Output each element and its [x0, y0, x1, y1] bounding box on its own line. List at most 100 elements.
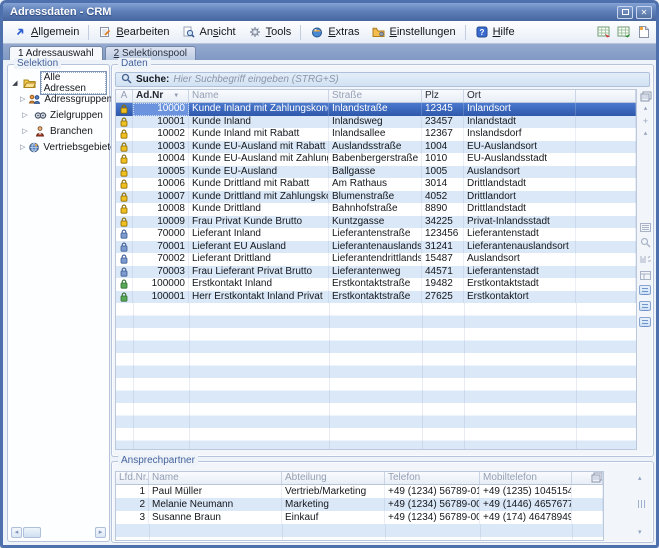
address-row[interactable]: 70001Lieferant EU AuslandLieferantenausl… — [116, 241, 636, 254]
address-row[interactable]: 10008Kunde DrittlandBahnhofstraße8890Dri… — [116, 203, 636, 216]
address-city-cell: Inlandstadt — [464, 116, 576, 129]
tree-item-zielgruppen[interactable]: ▷ Zielgruppen — [10, 107, 107, 123]
address-name-cell: Herr Erstkontakt Inland Privat — [189, 291, 329, 304]
scroll-top-icon[interactable]: ▴ — [639, 104, 652, 112]
tree-item-branchen[interactable]: ▷ Branchen — [10, 123, 107, 139]
address-city-cell: Lieferantenstadt — [464, 266, 576, 279]
col-header-name[interactable]: Name — [189, 90, 329, 102]
col-header-strasse[interactable]: Straße — [329, 90, 422, 102]
add-row-icon[interactable]: + — [639, 116, 652, 126]
address-city-cell: Erstkontaktort — [464, 291, 576, 304]
menu-tools[interactable]: Tools — [242, 24, 298, 40]
expander-closed-icon[interactable]: ▷ — [20, 111, 30, 119]
address-number-cell: 100000 — [133, 278, 189, 291]
address-row[interactable]: 70003Frau Lieferant Privat BruttoLiefera… — [116, 266, 636, 279]
address-row[interactable]: 10005Kunde EU-AuslandBallgasse1005Auslan… — [116, 166, 636, 179]
tree-item-vertriebsgebiete[interactable]: ▷ Vertriebsgebiete — [10, 139, 107, 155]
table-import-icon[interactable] — [616, 25, 632, 40]
col-header-plz[interactable]: Plz — [422, 90, 464, 102]
view-list-1-icon[interactable] — [639, 285, 651, 295]
scroll-up-icon[interactable]: ▴ — [639, 129, 652, 137]
address-row[interactable]: 70002Lieferant DrittlandLieferantendritt… — [116, 253, 636, 266]
scrollbar-thumb[interactable] — [23, 527, 41, 538]
col-header-adnr[interactable]: Ad.Nr▼ — [133, 90, 189, 102]
scroll-down-icon[interactable]: ▾ — [638, 528, 642, 536]
lock-icon — [116, 141, 133, 154]
address-street-cell: Erstkontaktstraße — [329, 278, 422, 291]
contact-row[interactable]: 1Paul MüllerVertrieb/Marketing+49 (1234)… — [116, 485, 603, 498]
sidebar-horizontal-scrollbar[interactable]: ◂ ▸ — [11, 527, 106, 538]
menu-hilfe[interactable]: ? Hilfe — [469, 24, 521, 40]
tools-icon — [248, 26, 262, 38]
new-document-icon[interactable] — [636, 25, 652, 40]
expander-open-icon[interactable]: ◢ — [10, 79, 20, 87]
table-export-icon[interactable] — [596, 25, 612, 40]
address-row[interactable]: 10003Kunde EU-Ausland mit RabattAuslands… — [116, 141, 636, 154]
menu-einstellungen[interactable]: Einstellungen — [366, 24, 462, 40]
expander-closed-icon[interactable]: ▷ — [20, 127, 30, 135]
address-row[interactable]: 10002Kunde Inland mit RabattInlandsallee… — [116, 128, 636, 141]
grid-column-line — [189, 303, 190, 450]
window-title: Adressdaten - CRM — [10, 6, 614, 18]
address-street-cell: Ballgasse — [329, 166, 422, 179]
contact-row[interactable]: 2Melanie NeumannMarketing+49 (1234) 5678… — [116, 498, 603, 511]
contact-number-cell: 2 — [116, 498, 149, 511]
view-list-2-icon[interactable] — [639, 301, 651, 311]
address-city-cell: Privat-Inlandsstadt — [464, 216, 576, 229]
address-filler-cell — [576, 103, 636, 116]
address-row[interactable]: 10004Kunde EU-Ausland mit Zahlungskondti… — [116, 153, 636, 166]
menu-allgemein[interactable]: Allgemein — [7, 24, 85, 40]
address-row[interactable]: 100000Erstkontakt InlandErstkontaktstraß… — [116, 278, 636, 291]
search-input[interactable]: Suche: Hier Suchbegriff eingeben (STRG+S… — [115, 72, 650, 87]
address-zip-cell: 1010 — [422, 153, 464, 166]
address-row[interactable]: 10007Kunde Drittland mit Zahlungskonditi… — [116, 191, 636, 204]
col-header-ort[interactable]: Ort — [464, 90, 576, 102]
col-header-telefon[interactable]: Telefon — [385, 472, 480, 484]
address-row[interactable]: 10000Kunde Inland mit Zahlungskondition … — [116, 103, 636, 116]
menu-separator — [465, 25, 466, 40]
address-row[interactable]: 10009Frau Privat Kunde BruttoKuntzgasse3… — [116, 216, 636, 229]
scroll-up-icon[interactable]: ▴ — [638, 474, 642, 482]
col-header-filler — [576, 90, 636, 102]
tree-root-alle-adressen[interactable]: ◢ Alle Adressen — [10, 75, 107, 91]
scrollbar-track[interactable] — [41, 527, 95, 538]
address-street-cell: Auslandsstraße — [329, 141, 422, 154]
address-zip-cell: 34225 — [422, 216, 464, 229]
address-row[interactable]: 10001Kunde InlandInlandsweg23457Inlandst… — [116, 116, 636, 129]
col-header-contact-name[interactable]: Name — [149, 472, 282, 484]
scroll-right-icon[interactable]: ▸ — [95, 527, 106, 538]
address-filler-cell — [576, 166, 636, 179]
search-placeholder: Hier Suchbegriff eingeben (STRG+S) — [173, 74, 338, 85]
lock-icon — [116, 266, 133, 279]
col-header-lfdnr[interactable]: Lfd.Nr. — [116, 472, 149, 484]
menu-bearbeiten[interactable]: Bearbeiten — [92, 24, 175, 40]
splitter-grip[interactable] — [638, 500, 646, 508]
address-zip-cell: 1004 — [422, 141, 464, 154]
address-row[interactable]: 70000Lieferant InlandLieferantenstraße12… — [116, 228, 636, 241]
lock-icon — [116, 291, 133, 304]
lock-icon — [116, 228, 133, 241]
address-zip-cell: 8890 — [422, 203, 464, 216]
column-chooser-icon[interactable] — [591, 472, 603, 484]
view-list-3-icon[interactable] — [639, 317, 651, 327]
col-header-abteilung[interactable]: Abteilung — [282, 472, 385, 484]
grid-column-line — [480, 524, 481, 541]
menu-ansicht[interactable]: Ansicht — [176, 24, 242, 40]
search-label: Suche: — [136, 74, 169, 85]
address-row[interactable]: 100001Herr Erstkontakt Inland PrivatErst… — [116, 291, 636, 304]
restore-button[interactable] — [617, 6, 633, 19]
contact-name-cell: Melanie Neumann — [149, 498, 282, 511]
grid-column-line — [572, 524, 573, 541]
expander-closed-icon[interactable]: ▷ — [20, 143, 25, 151]
layout-icon[interactable] — [639, 267, 652, 285]
scroll-left-icon[interactable]: ◂ — [11, 527, 22, 538]
tree-item-adressgruppen[interactable]: ▷ Adressgruppen — [10, 91, 107, 107]
menu-extras[interactable]: Extras — [304, 24, 365, 40]
col-header-a[interactable]: A — [116, 90, 133, 102]
expander-closed-icon[interactable]: ▷ — [20, 95, 25, 103]
col-header-mobiltelefon[interactable]: Mobiltelefon — [480, 472, 572, 484]
grid-column-line — [329, 303, 330, 450]
contact-row[interactable]: 3Susanne BraunEinkauf+49 (1234) 56789-00… — [116, 511, 603, 524]
close-button[interactable]: ✕ — [636, 6, 652, 19]
address-row[interactable]: 10006Kunde Drittland mit RabattAm Rathau… — [116, 178, 636, 191]
